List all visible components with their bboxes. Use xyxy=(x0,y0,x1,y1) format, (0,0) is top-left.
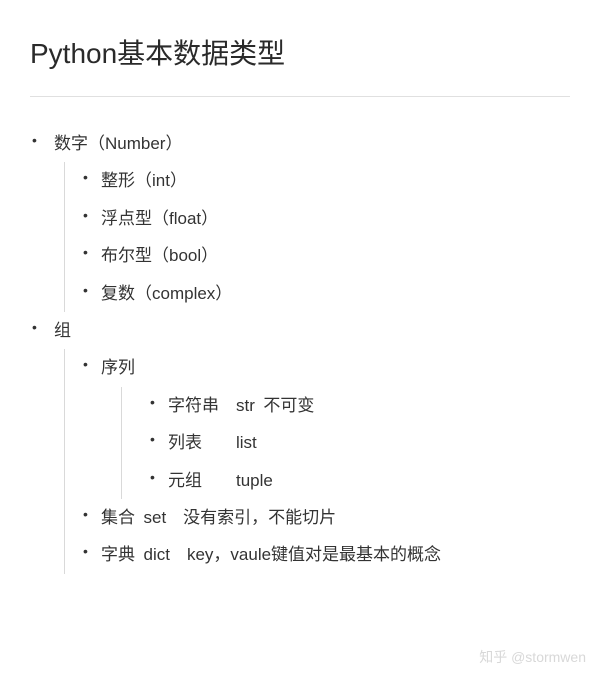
item-label: 浮点型（float） xyxy=(101,209,218,228)
list-item: 组 序列 字符串 str 不可变 列表 list 元组 tuple 集合 set… xyxy=(30,312,570,574)
item-label: 字典 dict key，vaule键值对是最基本的概念 xyxy=(101,545,441,564)
page-title: Python基本数据类型 xyxy=(30,32,570,72)
subsublist: 字符串 str 不可变 列表 list 元组 tuple xyxy=(121,387,570,499)
item-label: 序列 xyxy=(101,358,135,377)
watermark: 知乎 @stormwen xyxy=(479,647,586,667)
list-item: 序列 字符串 str 不可变 列表 list 元组 tuple xyxy=(65,349,570,499)
list-item: 数字（Number） 整形（int） 浮点型（float） 布尔型（bool） … xyxy=(30,125,570,312)
item-label: 布尔型（bool） xyxy=(101,246,218,265)
item-label: 复数（complex） xyxy=(101,284,232,303)
list-item: 列表 list xyxy=(122,424,570,461)
item-label: 集合 set 没有索引，不能切片 xyxy=(101,508,336,527)
item-label: 列表 list xyxy=(168,433,257,452)
item-label: 组 xyxy=(54,321,71,340)
outline-root: 数字（Number） 整形（int） 浮点型（float） 布尔型（bool） … xyxy=(30,125,570,574)
item-label: 字符串 str 不可变 xyxy=(168,396,314,415)
list-item: 浮点型（float） xyxy=(65,200,570,237)
list-item: 字符串 str 不可变 xyxy=(122,387,570,424)
item-label: 元组 tuple xyxy=(168,471,273,490)
list-item: 集合 set 没有索引，不能切片 xyxy=(65,499,570,536)
sublist: 整形（int） 浮点型（float） 布尔型（bool） 复数（complex） xyxy=(64,162,570,312)
list-item: 复数（complex） xyxy=(65,275,570,312)
item-label: 数字（Number） xyxy=(54,134,182,153)
list-item: 布尔型（bool） xyxy=(65,237,570,274)
sublist: 序列 字符串 str 不可变 列表 list 元组 tuple 集合 set 没… xyxy=(64,349,570,573)
list-item: 元组 tuple xyxy=(122,462,570,499)
list-item: 字典 dict key，vaule键值对是最基本的概念 xyxy=(65,536,570,573)
item-label: 整形（int） xyxy=(101,171,187,190)
divider xyxy=(30,96,570,97)
list-item: 整形（int） xyxy=(65,162,570,199)
